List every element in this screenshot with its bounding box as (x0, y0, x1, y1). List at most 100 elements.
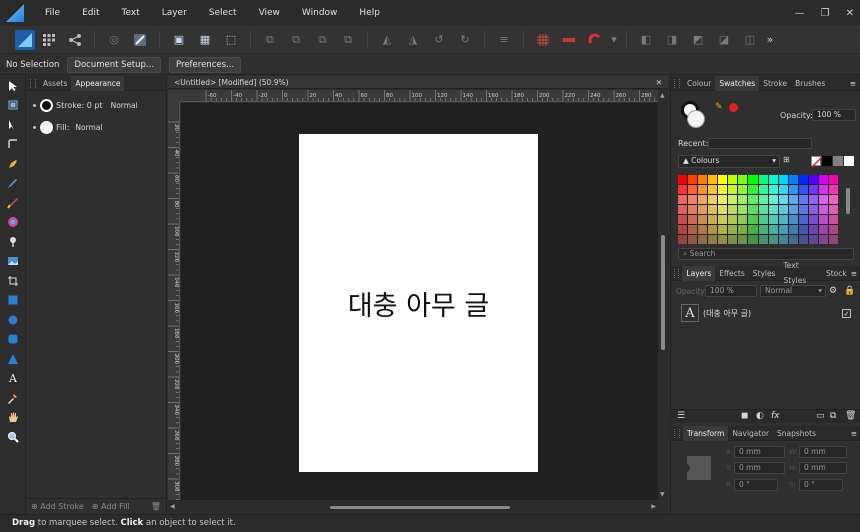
tab-stroke[interactable]: Stroke (759, 76, 791, 91)
color-swatch[interactable] (718, 195, 728, 204)
zoom-tool-icon[interactable] (0, 427, 26, 447)
preferences-button[interactable]: Preferences... (169, 56, 242, 73)
boolean-subtract-icon[interactable]: ◨ (661, 29, 683, 51)
snapping-guides-icon[interactable] (558, 29, 580, 51)
color-swatch[interactable] (788, 175, 798, 184)
color-swatch[interactable] (808, 235, 818, 244)
color-swatch[interactable] (678, 185, 688, 194)
color-swatch[interactable] (708, 175, 718, 184)
layer-row[interactable]: A (대충 아무 글) ✓ (681, 303, 851, 323)
stroke-swatch[interactable] (40, 98, 53, 112)
palette-options-icon[interactable]: ⊞ (783, 155, 790, 164)
color-swatch[interactable] (718, 225, 728, 234)
artboard-text[interactable]: 대충 아무 글 (299, 284, 538, 323)
color-swatch[interactable] (818, 225, 828, 234)
fill-tool-icon[interactable] (0, 213, 26, 233)
tab-transform[interactable]: Transform (683, 425, 729, 441)
menu-help[interactable]: Help (348, 0, 391, 26)
place-image-tool-icon[interactable] (0, 252, 26, 272)
ellipse-tool-icon[interactable] (0, 310, 26, 330)
color-swatch[interactable] (818, 185, 828, 194)
artboard-tool-icon[interactable] (0, 96, 26, 116)
color-swatch[interactable] (708, 205, 718, 214)
white-swatch[interactable] (844, 156, 854, 166)
none-swatch[interactable] (811, 156, 823, 168)
color-swatch[interactable] (678, 215, 688, 224)
rectangle-tool-icon[interactable] (0, 291, 26, 311)
delete-icon[interactable]: 🗑 (151, 502, 161, 511)
color-swatch[interactable] (728, 235, 738, 244)
menu-window[interactable]: Window (291, 0, 349, 26)
flip-horizontal-icon[interactable]: ◭ (376, 29, 398, 51)
color-swatch[interactable] (778, 205, 788, 214)
color-swatch[interactable] (748, 205, 758, 214)
color-swatch[interactable] (798, 225, 808, 234)
add-stroke-button[interactable]: ⊕ Add Stroke (31, 502, 84, 511)
move-tool-icon[interactable] (0, 76, 26, 96)
color-swatch[interactable] (828, 205, 838, 214)
transparency-tool-icon[interactable] (0, 232, 26, 252)
tab-assets[interactable]: Assets (39, 76, 71, 91)
color-swatch[interactable] (708, 215, 718, 224)
color-swatch[interactable] (808, 195, 818, 204)
flip-vertical-icon[interactable]: ◮ (402, 29, 424, 51)
layer-opacity-field[interactable]: 100 % (705, 285, 757, 297)
fill-row[interactable]: Fill: Normal (27, 116, 166, 138)
color-swatch[interactable] (818, 235, 828, 244)
pen-tool-icon[interactable] (0, 154, 26, 174)
rotation-field[interactable]: 0 ° (734, 479, 778, 491)
color-swatch[interactable] (788, 235, 798, 244)
w-field[interactable]: 0 mm (799, 446, 847, 458)
color-swatch[interactable] (698, 215, 708, 224)
color-swatch[interactable] (788, 195, 798, 204)
document-tab[interactable]: <Untitled> [Modified] (50.9%) ✕ (168, 76, 668, 89)
panel-grip-icon[interactable] (30, 78, 36, 88)
order-forward-icon[interactable]: ⧉ (311, 29, 333, 51)
color-swatch[interactable] (768, 235, 778, 244)
snap-grid-icon[interactable]: ▦ (194, 29, 216, 51)
boolean-divide-icon[interactable]: ◫ (739, 29, 761, 51)
color-swatch[interactable] (688, 225, 698, 234)
color-swatch[interactable] (698, 205, 708, 214)
layers-stack-icon[interactable]: ☰ (677, 411, 685, 421)
color-swatch[interactable] (778, 235, 788, 244)
h-field[interactable]: 0 mm (799, 462, 847, 474)
color-swatch[interactable] (808, 185, 818, 194)
color-swatch[interactable] (708, 195, 718, 204)
tab-brushes[interactable]: Brushes (791, 76, 829, 91)
delete-layer-icon[interactable]: 🗑 (845, 411, 856, 421)
color-swatch[interactable] (718, 175, 728, 184)
panel-menu-icon[interactable]: ≡ (850, 79, 856, 88)
color-swatch[interactable] (778, 225, 788, 234)
layer-blend-dropdown[interactable]: Normal ▾ (760, 285, 826, 297)
color-swatch[interactable] (678, 195, 688, 204)
color-swatch[interactable] (698, 175, 708, 184)
rotate-left-icon[interactable]: ↺ (428, 29, 450, 51)
fill-blend-mode[interactable]: Normal (75, 123, 102, 132)
color-swatch[interactable] (698, 185, 708, 194)
color-swatch[interactable] (758, 235, 768, 244)
color-swatch[interactable] (768, 175, 778, 184)
color-swatch[interactable] (768, 195, 778, 204)
menu-edit[interactable]: Edit (71, 0, 110, 26)
y-field[interactable]: 0 mm (734, 462, 785, 474)
color-swatch[interactable] (688, 235, 698, 244)
vector-brush-tool-icon[interactable] (0, 193, 26, 213)
restore-icon[interactable]: ❐ (821, 8, 830, 19)
swatches-scrollbar[interactable] (846, 188, 850, 214)
assistant-icon[interactable] (129, 29, 151, 51)
color-swatch[interactable] (798, 195, 808, 204)
color-swatch[interactable] (728, 215, 738, 224)
tab-styles[interactable]: Styles (749, 266, 780, 281)
scroll-left-icon[interactable]: ◀ (170, 503, 175, 510)
horizontal-scrollbar[interactable]: ◀ ▶ (168, 500, 668, 514)
color-swatch[interactable] (738, 195, 748, 204)
anchor-selector-icon[interactable] (687, 456, 711, 480)
menu-file[interactable]: File (34, 0, 71, 26)
artboard[interactable]: 대충 아무 글 (299, 134, 538, 472)
color-picker-icon[interactable]: ✎ (715, 102, 723, 112)
share-icon[interactable] (64, 29, 86, 51)
color-swatch[interactable] (738, 185, 748, 194)
color-swatch[interactable] (818, 205, 828, 214)
color-swatch[interactable] (728, 225, 738, 234)
